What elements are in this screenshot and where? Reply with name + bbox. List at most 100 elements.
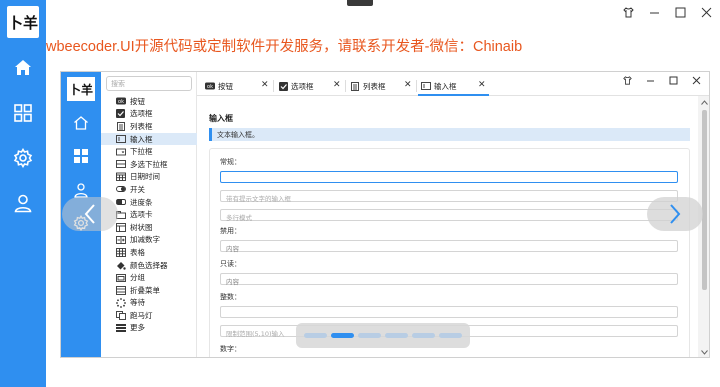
close-icon[interactable] (692, 76, 701, 85)
dropdown-icon (115, 147, 126, 156)
tab-label: 列表框 (363, 81, 386, 91)
app-logo: 卜羊 (7, 6, 39, 38)
menu-item-multi-dropdown[interactable]: 多选下拉框 (101, 158, 197, 171)
window-controls (622, 6, 712, 18)
tab-listbox[interactable]: 列表框 (350, 79, 386, 93)
checkbox-icon (115, 109, 126, 119)
svg-text:ok: ok (118, 99, 124, 105)
carousel-dot[interactable] (358, 333, 381, 338)
carousel-dot[interactable] (439, 333, 462, 338)
tab-separator (345, 80, 346, 92)
integer-label: 整数： (220, 293, 241, 301)
spinner-icon (115, 297, 126, 308)
tab-button[interactable]: ok 按钮 (205, 79, 233, 93)
carousel-prev-button[interactable] (62, 197, 118, 231)
content-area: 输入框 文本输入框。 常规： 带有提示文字的输入框 多行模式 禁用： 内容 只读… (197, 96, 709, 357)
tab-close-icon[interactable]: ✕ (478, 80, 486, 90)
disabled-label: 禁用： (220, 227, 241, 235)
menu-item-label: 等待 (130, 298, 145, 308)
search-input[interactable]: 搜索 (106, 76, 192, 91)
menu-item-marquee[interactable]: 跑马灯 (101, 309, 197, 322)
menu-item-palette[interactable]: 颜色选择器 (101, 259, 197, 272)
listbox-icon (350, 81, 360, 91)
scrollbar[interactable] (698, 96, 709, 357)
more-icon (115, 323, 126, 332)
tab-separator (416, 80, 417, 92)
menu-item-listbox[interactable]: 列表框 (101, 120, 197, 133)
multi-dropdown-icon (115, 160, 126, 169)
maximize-icon[interactable] (669, 76, 678, 85)
multiline-input[interactable]: 多行模式 (220, 209, 678, 222)
tab-label: 输入框 (434, 81, 457, 91)
scroll-thumb[interactable] (702, 110, 707, 290)
tab-input[interactable]: 输入框 (421, 79, 457, 93)
menu-item-label: 选项框 (130, 109, 153, 119)
readonly-input[interactable]: 内容 (220, 273, 678, 286)
normal-input[interactable] (220, 171, 678, 183)
tab-close-icon[interactable]: ✕ (333, 80, 341, 90)
user-icon[interactable] (13, 193, 33, 213)
integer-input[interactable] (220, 306, 678, 318)
tab-close-icon[interactable]: ✕ (404, 80, 412, 90)
shirt-icon[interactable] (622, 6, 634, 18)
tab-separator (273, 80, 274, 92)
menu-item-group[interactable]: 分组 (101, 271, 197, 284)
apps-icon[interactable] (73, 148, 89, 164)
outer-sidebar: 卜羊 (0, 0, 46, 387)
menu-item-label: 下拉框 (130, 147, 153, 157)
menu-item-label: 树状图 (130, 222, 153, 232)
palette-icon (115, 261, 126, 270)
carousel-dot[interactable] (385, 333, 408, 338)
menu-item-dropdown[interactable]: 下拉框 (101, 145, 197, 158)
minimize-icon[interactable] (646, 76, 655, 85)
disabled-input: 内容 (220, 240, 678, 253)
progress-icon (115, 198, 126, 207)
menu-item-toggle[interactable]: 开关 (101, 183, 197, 196)
promo-banner: wbeecoder.UI开源代码或定制软件开发服务，请联系开发者-微信：Chin… (46, 39, 523, 55)
scroll-up-icon[interactable] (701, 100, 708, 105)
close-icon[interactable] (700, 6, 712, 18)
carousel-next-button[interactable] (647, 197, 703, 231)
apps-icon[interactable] (13, 103, 33, 123)
menu-item-spinner[interactable]: 等待 (101, 297, 197, 310)
carousel-dot[interactable] (412, 333, 435, 338)
readonly-label: 只读： (220, 260, 241, 268)
menu-item-checkbox[interactable]: 选项框 (101, 108, 197, 121)
menu-item-label: 开关 (130, 184, 145, 194)
user-icon[interactable] (73, 182, 89, 198)
hint-input[interactable]: 带有提示文字的输入框 (220, 190, 678, 203)
home-icon[interactable] (13, 58, 33, 78)
menu-item-calendar[interactable]: 日期时间 (101, 171, 197, 184)
chevron-right-icon (670, 204, 681, 224)
calendar-icon (115, 172, 126, 182)
menu-item-label: 折叠菜单 (130, 285, 160, 295)
shirt-icon[interactable] (623, 76, 632, 85)
listbox-icon (115, 122, 126, 131)
menu-item-stepper[interactable]: 加减数字 (101, 234, 197, 247)
carousel-indicator (296, 323, 470, 348)
menu-item-more[interactable]: 更多 (101, 322, 197, 335)
menu-item-table[interactable]: 表格 (101, 246, 197, 259)
menu-item-label: 选项卡 (130, 210, 153, 220)
tree-icon (115, 222, 126, 232)
window-drag-handle[interactable] (347, 0, 373, 6)
tab-close-icon[interactable]: ✕ (261, 80, 269, 90)
menu-item-accordion[interactable]: 折叠菜单 (101, 284, 197, 297)
tab-bar: ok 按钮 ✕ 选项框 ✕ 列表框 ✕ 输入框 ✕ (197, 72, 709, 96)
menu-item-label: 列表框 (130, 121, 153, 131)
carousel-dot[interactable] (304, 333, 327, 338)
gear-icon[interactable] (13, 147, 33, 169)
minimize-icon[interactable] (648, 6, 660, 18)
menu-item-input[interactable]: 输入框 (101, 132, 197, 146)
maximize-icon[interactable] (674, 6, 686, 18)
carousel-dot[interactable] (331, 333, 354, 338)
marquee-icon (115, 310, 126, 320)
home-icon[interactable] (73, 115, 89, 131)
menu-item-label: 更多 (130, 323, 145, 333)
menu-item-button[interactable]: ok 按钮 (101, 95, 197, 108)
inner-app-logo: 卜羊 (67, 77, 95, 101)
scroll-down-icon[interactable] (701, 350, 708, 355)
tab-checkbox[interactable]: 选项框 (278, 79, 314, 93)
menu-item-label: 颜色选择器 (130, 260, 168, 270)
page-title: 输入框 (209, 114, 233, 123)
